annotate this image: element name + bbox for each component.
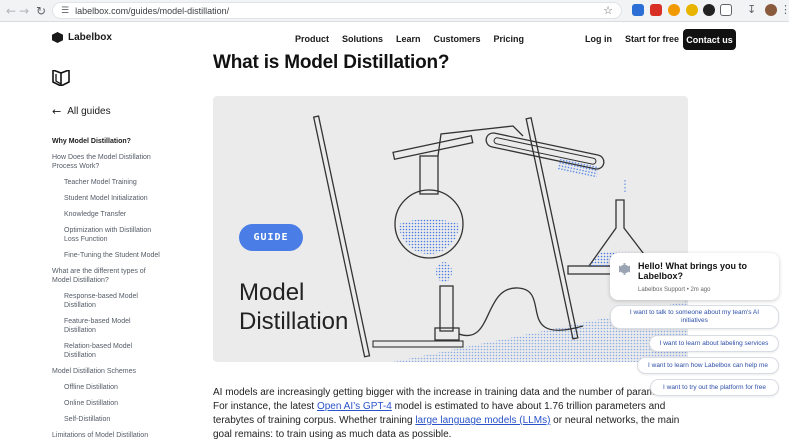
contact-us-button[interactable]: Contact us — [683, 29, 736, 50]
chat-option-how-labelbox-helps[interactable]: I want to learn how Labelbox can help me — [637, 357, 779, 374]
extension-icon-2[interactable] — [650, 4, 662, 16]
nav-learn[interactable]: Learn — [396, 34, 421, 44]
extension-icon-3[interactable] — [668, 4, 680, 16]
url-text: labelbox.com/guides/model-distillation/ — [75, 5, 230, 16]
toc-item[interactable]: Student Model Initialization — [52, 194, 192, 203]
nav-customers[interactable]: Customers — [434, 34, 481, 44]
forward-icon[interactable]: → — [15, 2, 33, 20]
profile-avatar[interactable] — [765, 4, 777, 16]
labelbox-logo-icon — [52, 32, 63, 43]
toc-item[interactable]: Offline Distillation — [52, 383, 192, 392]
toc-item[interactable]: Knowledge Transfer — [52, 210, 192, 219]
intro-paragraph: AI models are increasingly getting bigge… — [213, 386, 683, 442]
llm-link[interactable]: large language models (LLMs) — [415, 415, 550, 426]
guide-sidebar: ← All guides Why Model Distillation? How… — [52, 68, 192, 440]
site-info-icon[interactable]: ☰ — [61, 6, 69, 16]
arrow-left-icon: ← — [52, 105, 62, 118]
download-icon[interactable]: ↧ — [747, 3, 756, 16]
start-free-link[interactable]: Start for free — [625, 34, 679, 44]
all-guides-link[interactable]: ← All guides — [52, 105, 192, 118]
toc-item[interactable]: Feature-based Model Distillation — [52, 317, 147, 335]
chat-option-try-free[interactable]: I want to try out the platform for free — [650, 379, 779, 396]
hero-line-2: Distillation — [239, 308, 349, 335]
nav-product[interactable]: Product — [295, 34, 329, 44]
extension-icon-1[interactable] — [632, 4, 644, 16]
chat-greeting: Hello! What brings you to Labelbox? — [638, 261, 747, 281]
brand-logo[interactable]: Labelbox — [52, 32, 112, 43]
guide-badge: GUIDE — [239, 224, 303, 251]
toc-item[interactable]: Model Distillation Schemes — [52, 367, 192, 376]
toc-item[interactable]: How Does the Model Distillation Process … — [52, 153, 157, 171]
chat-greeting-card[interactable]: Hello! What brings you to Labelbox? Labe… — [610, 253, 779, 300]
extension-icon-5[interactable] — [703, 4, 715, 16]
nav-pricing[interactable]: Pricing — [494, 34, 525, 44]
page-title: What is Model Distillation? — [213, 52, 450, 73]
toc-item[interactable]: Why Model Distillation? — [52, 137, 192, 146]
gpt4-link[interactable]: Open AI’s GPT-4 — [317, 401, 392, 412]
chat-option-ai-initiatives[interactable]: I want to talk to someone about my team'… — [610, 305, 779, 329]
toc-item[interactable]: Limitations of Model Distillation — [52, 431, 192, 440]
chat-option-labeling-services[interactable]: I want to learn about labeling services — [649, 335, 779, 352]
login-link[interactable]: Log in — [585, 34, 612, 44]
toc-item[interactable]: Response-based Model Distillation — [52, 292, 147, 310]
site-header: Labelbox Product Solutions Learn Custome… — [0, 22, 789, 56]
address-bar[interactable]: ☰ labelbox.com/guides/model-distillation… — [52, 2, 622, 19]
toc-item[interactable]: Relation-based Model Distillation — [52, 342, 147, 360]
toc-item[interactable]: Self-Distillation — [52, 415, 192, 424]
chat-meta: Labelbox Support • 2m ago — [638, 287, 711, 293]
table-of-contents: Why Model Distillation? How Does the Mod… — [52, 137, 192, 440]
puzzle-icon[interactable] — [720, 4, 732, 16]
toc-item[interactable]: Optimization with Distillation Loss Func… — [52, 226, 162, 244]
toc-item[interactable]: What are the different types of Model Di… — [52, 267, 152, 285]
hero-heading: Model Distillation — [239, 278, 348, 336]
toc-item[interactable]: Fine-Tuning the Student Model — [52, 251, 192, 260]
extension-icon-4[interactable] — [686, 4, 698, 16]
all-guides-label: All guides — [67, 106, 111, 117]
hero-line-1: Model — [239, 279, 305, 306]
toc-item[interactable]: Teacher Model Training — [52, 178, 192, 187]
browser-toolbar: ← → ↻ ☰ labelbox.com/guides/model-distil… — [0, 0, 789, 22]
menu-kebab-icon[interactable]: ⋮ — [780, 3, 789, 16]
bookmark-star-icon[interactable]: ☆ — [603, 4, 613, 17]
reload-icon[interactable]: ↻ — [32, 2, 50, 20]
toc-item[interactable]: Online Distillation — [52, 399, 192, 408]
brand-name: Labelbox — [68, 32, 112, 43]
nav-solutions[interactable]: Solutions — [342, 34, 383, 44]
top-nav: Product Solutions Learn Customers Pricin… — [295, 34, 524, 44]
open-book-icon — [52, 68, 70, 87]
